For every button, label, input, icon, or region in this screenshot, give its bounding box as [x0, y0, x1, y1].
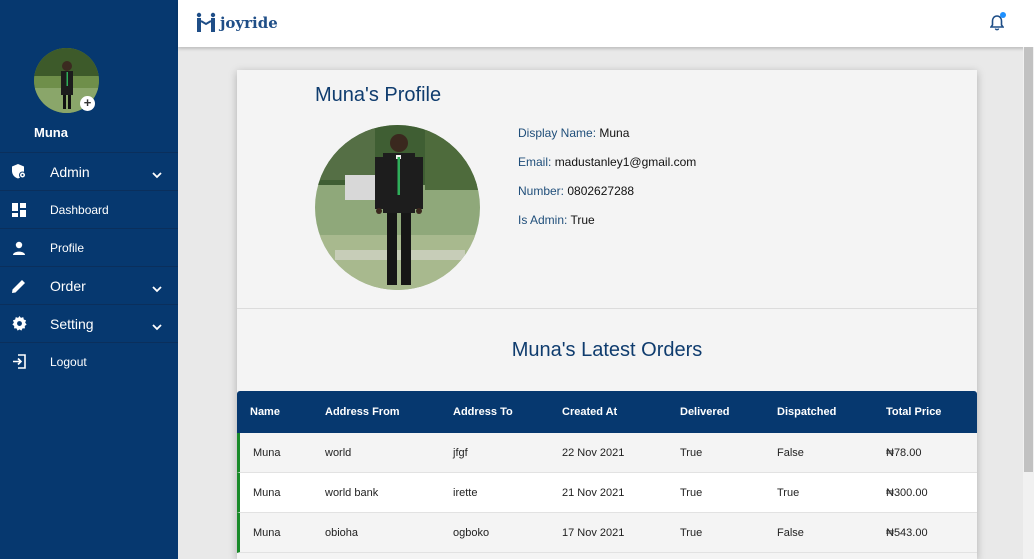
sidebar-item-logout[interactable]: Logout	[0, 342, 178, 380]
detail-email: Email: madustanley1@gmail.com	[518, 155, 696, 184]
detail-value: madustanley1@gmail.com	[554, 155, 697, 169]
chevron-down-icon	[152, 318, 162, 336]
cell-address-to: irette	[453, 486, 478, 499]
detail-label: Display Name:	[518, 126, 597, 140]
notification-bell-icon[interactable]	[989, 15, 1005, 36]
sidebar-avatar[interactable]: +	[34, 48, 99, 113]
cell-total-price: ₦300.00	[886, 486, 928, 499]
cell-name: Muna	[253, 526, 281, 539]
cell-total-price: ₦543.00	[886, 526, 928, 539]
cell-address-to: ogboko	[453, 526, 490, 539]
detail-value: 0802627288	[567, 184, 635, 198]
sidebar-item-dashboard[interactable]: Dashboard	[0, 190, 178, 228]
gear-icon	[10, 315, 28, 333]
sidebar-item-profile[interactable]: Profile	[0, 228, 178, 266]
column-header-name[interactable]: Name	[237, 406, 325, 418]
column-header-total-price[interactable]: Total Price	[886, 406, 977, 418]
sidebar-item-admin[interactable]: Admin	[0, 152, 178, 190]
detail-value: Muna	[599, 126, 630, 140]
sidebar-item-label: Logout	[50, 354, 87, 369]
sidebar-item-label: Profile	[50, 240, 85, 255]
cell-address-to: jfgf	[453, 446, 468, 459]
table-row[interactable]: Muna obioha ogboko 17 Nov 2021 True Fals…	[237, 513, 977, 553]
brand-name: joyride	[220, 14, 278, 32]
page-scrollbar[interactable]	[1023, 47, 1034, 559]
dashboard-icon	[10, 201, 28, 219]
column-header-dispatched[interactable]: Dispatched	[777, 406, 886, 418]
column-header-created-at[interactable]: Created At	[562, 406, 680, 418]
pencil-icon	[10, 277, 28, 295]
sidebar-item-setting[interactable]: Setting	[0, 304, 178, 342]
detail-value: True	[570, 213, 595, 227]
sidebar-item-label: Admin	[50, 163, 90, 180]
profile-details: Display Name: Muna Email: madustanley1@g…	[518, 126, 696, 242]
cell-dispatched: True	[777, 486, 800, 499]
sidebar-item-label: Order	[50, 277, 86, 294]
chevron-down-icon	[152, 166, 162, 184]
section-divider	[237, 308, 977, 309]
cell-created-at: 21 Nov 2021	[562, 486, 625, 499]
notification-dot	[1000, 12, 1006, 18]
sidebar-item-order[interactable]: Order	[0, 266, 178, 304]
cell-created-at: 17 Nov 2021	[562, 526, 625, 539]
cell-delivered: True	[680, 526, 703, 539]
sidebar-menu: Admin Dashboard Profile Order Setting Lo…	[0, 152, 178, 380]
joyride-logo-icon	[196, 12, 216, 32]
cell-total-price: ₦78.00	[886, 446, 922, 459]
person-icon	[10, 239, 28, 257]
sidebar-item-label: Dashboard	[50, 202, 109, 217]
orders-title: Muna's Latest Orders	[511, 339, 703, 361]
cell-address-from: world bank	[325, 486, 379, 499]
logout-icon	[10, 353, 28, 371]
cell-name: Muna	[253, 486, 281, 499]
column-header-address-from[interactable]: Address From	[325, 406, 453, 418]
cell-delivered: True	[680, 446, 703, 459]
sidebar-user-name: Muna	[34, 125, 68, 140]
detail-label: Number:	[518, 184, 565, 198]
scrollbar-thumb[interactable]	[1024, 47, 1033, 472]
cell-created-at: 22 Nov 2021	[562, 446, 625, 459]
cell-delivered: True	[680, 486, 703, 499]
profile-photo	[315, 125, 480, 290]
orders-table: Name Address From Address To Created At …	[237, 391, 977, 553]
chevron-down-icon	[152, 280, 162, 298]
cell-name: Muna	[253, 446, 281, 459]
page-title: Muna's Profile	[315, 84, 442, 106]
profile-card: Muna's Profile Display Name: Muna Email:…	[237, 70, 977, 559]
cell-dispatched: False	[777, 526, 804, 539]
column-header-delivered[interactable]: Delivered	[680, 406, 777, 418]
detail-number: Number: 0802627288	[518, 184, 696, 213]
sidebar-item-label: Setting	[50, 315, 94, 332]
admin-shield-icon	[10, 163, 28, 181]
cell-address-from: world	[325, 446, 352, 459]
table-header: Name Address From Address To Created At …	[237, 391, 977, 433]
table-row[interactable]: Muna world jfgf 22 Nov 2021 True False ₦…	[237, 433, 977, 473]
topbar: joyride	[178, 0, 1034, 47]
detail-label: Is Admin:	[518, 213, 568, 227]
cell-address-from: obioha	[325, 526, 359, 539]
detail-is-admin: Is Admin: True	[518, 213, 696, 242]
detail-display-name: Display Name: Muna	[518, 126, 696, 155]
brand-logo[interactable]: joyride	[195, 12, 278, 34]
table-row[interactable]: Muna world bank irette 21 Nov 2021 True …	[237, 473, 977, 513]
column-header-address-to[interactable]: Address To	[453, 406, 562, 418]
detail-label: Email:	[518, 155, 552, 169]
cell-dispatched: False	[777, 446, 804, 459]
sidebar: + Muna Admin Dashboard Profile Order Set…	[0, 0, 178, 559]
add-photo-icon[interactable]: +	[80, 96, 95, 111]
